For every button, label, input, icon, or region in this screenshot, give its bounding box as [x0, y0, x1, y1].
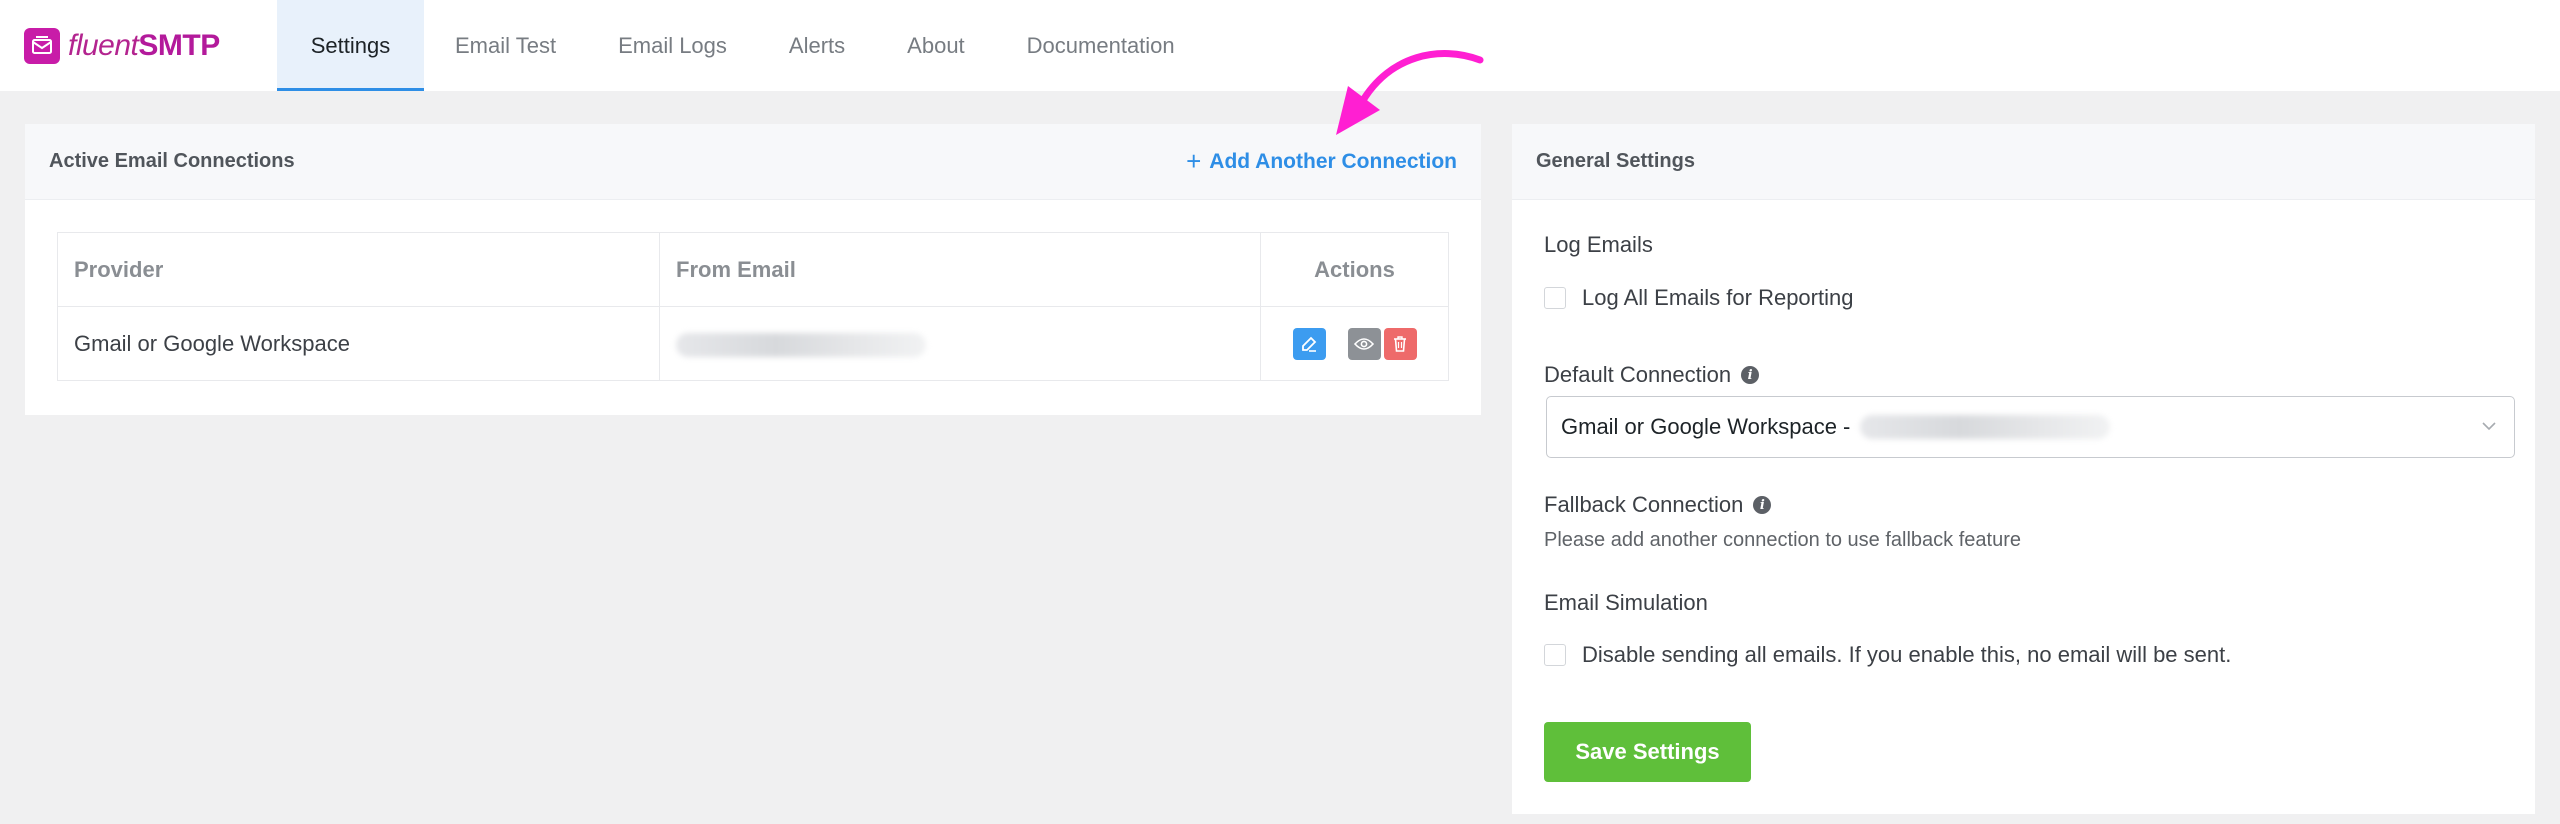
tab-email-logs[interactable]: Email Logs	[587, 0, 758, 91]
info-icon[interactable]: i	[1753, 496, 1772, 514]
trash-icon	[1394, 335, 1406, 352]
tab-email-test[interactable]: Email Test	[424, 0, 587, 91]
column-header-from-email: From Email	[659, 232, 1261, 307]
delete-connection-button[interactable]	[1383, 327, 1417, 360]
tab-alerts[interactable]: Alerts	[758, 0, 876, 91]
brand-name: fluentSMTP	[68, 28, 220, 62]
table-header-row: Provider From Email Actions	[57, 232, 1449, 307]
actions-cell	[1260, 306, 1449, 381]
nav-tabs: Settings Email Test Email Logs Alerts Ab…	[277, 0, 1206, 91]
tab-documentation[interactable]: Documentation	[996, 0, 1206, 91]
log-all-emails-checkbox[interactable]	[1544, 287, 1566, 309]
envelope-logo-icon	[24, 27, 60, 64]
provider-cell: Gmail or Google Workspace	[57, 306, 660, 381]
disable-sending-option[interactable]: Disable sending all emails. If you enabl…	[1544, 642, 2231, 668]
panel-header: General Settings	[1512, 124, 2535, 200]
annotation-arrow-icon	[1336, 50, 1484, 135]
redacted-email	[676, 332, 926, 357]
disable-sending-checkbox[interactable]	[1544, 644, 1566, 666]
default-connection-value: Gmail or Google Workspace -	[1561, 414, 1851, 439]
tab-settings[interactable]: Settings	[277, 0, 424, 91]
add-connection-label: Add Another Connection	[1209, 149, 1457, 173]
tab-about[interactable]: About	[876, 0, 996, 91]
eye-icon	[1354, 337, 1374, 350]
default-connection-select[interactable]: Gmail or Google Workspace -	[1546, 396, 2515, 458]
connections-table: Provider From Email Actions Gmail or Goo…	[57, 232, 1449, 381]
plus-icon: +	[1186, 145, 1202, 176]
top-navigation: fluentSMTP Settings Email Test Email Log…	[0, 0, 2560, 91]
column-header-actions: Actions	[1260, 232, 1449, 307]
log-all-emails-option[interactable]: Log All Emails for Reporting	[1544, 285, 1853, 311]
brand-logo[interactable]: fluentSMTP	[0, 0, 277, 91]
fallback-connection-label: Fallback Connection i	[1544, 492, 1772, 518]
log-emails-label: Log Emails	[1544, 232, 1653, 257]
general-settings-panel: General Settings Log Emails Log All Emai…	[1512, 124, 2535, 814]
from-email-cell	[659, 306, 1261, 381]
redacted-email	[1860, 415, 2111, 439]
log-all-emails-label: Log All Emails for Reporting	[1582, 285, 1854, 310]
table-row: Gmail or Google Workspace	[57, 306, 1449, 381]
disable-sending-label: Disable sending all emails. If you enabl…	[1582, 642, 2232, 667]
fallback-help-text: Please add another connection to use fal…	[1544, 529, 2021, 551]
add-connection-link[interactable]: + Add Another Connection	[1186, 145, 1457, 176]
panel-header: Active Email Connections + Add Another C…	[25, 124, 1481, 200]
active-connections-panel: Active Email Connections + Add Another C…	[25, 124, 1481, 415]
info-icon[interactable]: i	[1741, 366, 1760, 384]
chevron-down-icon	[2482, 422, 2496, 431]
edit-connection-button[interactable]	[1292, 327, 1326, 360]
panel-title: General Settings	[1536, 150, 1695, 172]
default-connection-label: Default Connection i	[1544, 362, 1760, 388]
view-connection-button[interactable]	[1347, 327, 1381, 360]
panel-title: Active Email Connections	[49, 150, 295, 172]
edit-icon	[1302, 336, 1317, 352]
save-settings-button[interactable]: Save Settings	[1544, 722, 1751, 782]
email-simulation-label: Email Simulation	[1544, 590, 1708, 615]
column-header-provider: Provider	[57, 232, 660, 307]
